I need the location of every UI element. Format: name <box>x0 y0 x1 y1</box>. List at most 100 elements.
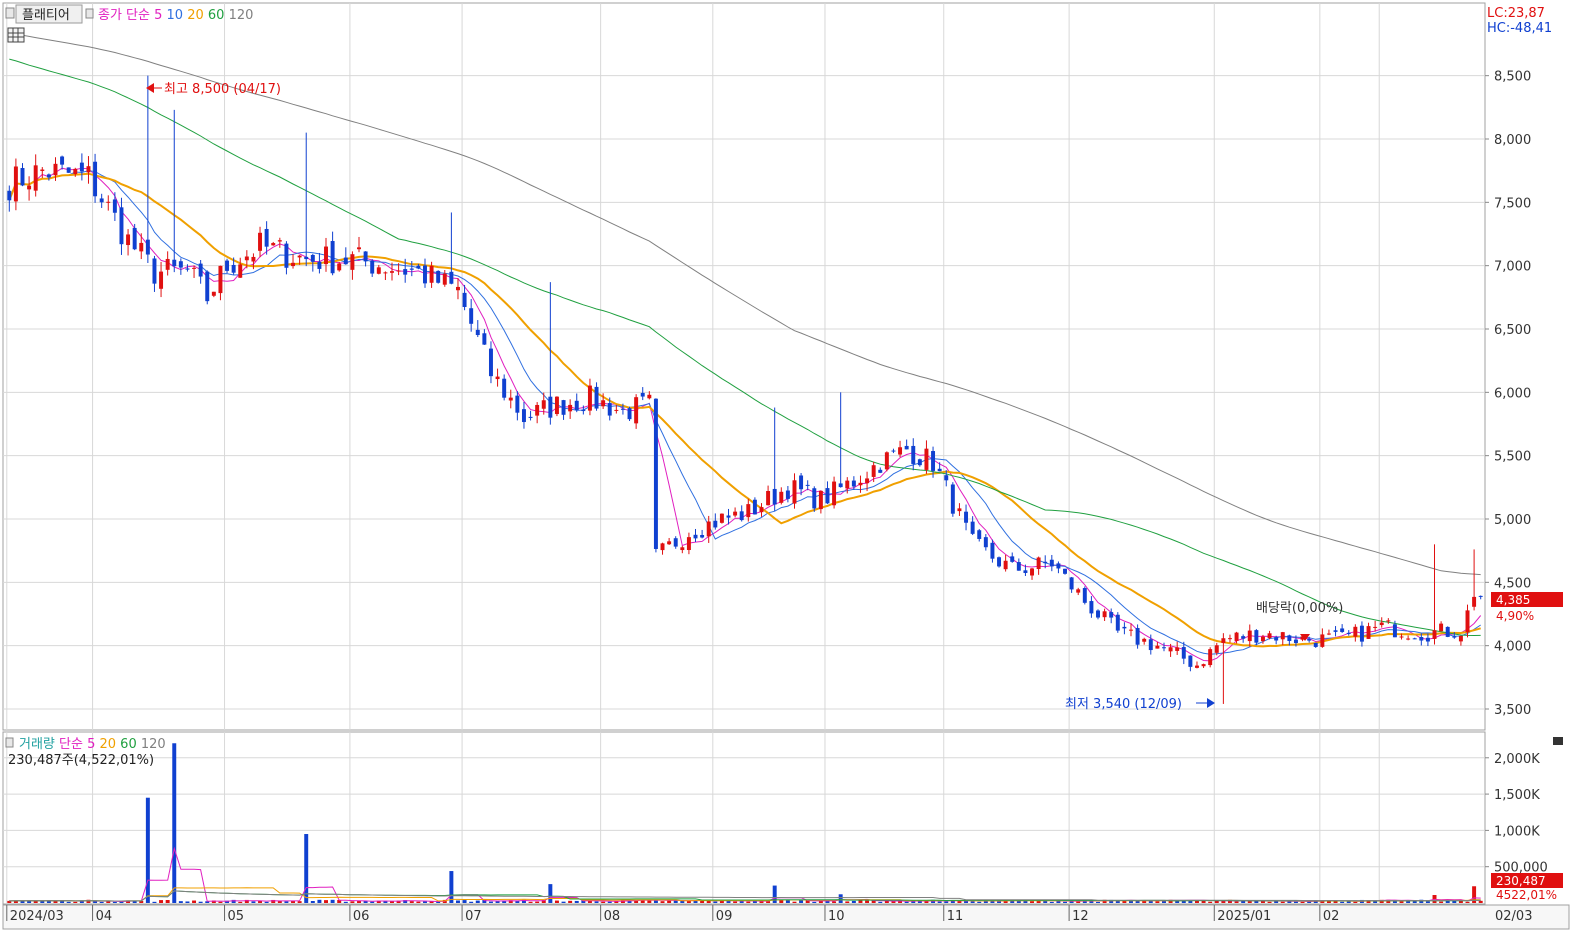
candle-body <box>1089 601 1094 614</box>
legend-entry: 10 <box>162 8 183 23</box>
volume-readout: 230,487주(4,522,01%) <box>8 753 154 768</box>
volume-bar <box>99 901 104 903</box>
volume-bar <box>1155 901 1160 903</box>
volume-bar <box>1293 901 1298 903</box>
candle-body <box>469 308 474 324</box>
candle-body <box>891 450 896 452</box>
y-tick-label: 3,500 <box>1494 703 1531 718</box>
candle-body <box>488 348 493 377</box>
candle-body <box>1406 638 1411 640</box>
candle-body <box>997 557 1002 567</box>
candle-body <box>772 488 777 505</box>
candle-body <box>1472 596 1477 607</box>
candle-body <box>1043 561 1048 564</box>
candle-body <box>119 207 124 245</box>
candle-body <box>198 263 203 277</box>
volume-bar <box>851 900 856 903</box>
volume-bar <box>733 901 738 903</box>
candle-body <box>878 469 883 473</box>
candle-body <box>634 397 639 424</box>
y-tick-label: 7,000 <box>1494 260 1531 275</box>
candle-body <box>350 254 355 270</box>
candle-body <box>1069 577 1074 590</box>
candle <box>719 513 724 524</box>
volume-bar <box>1425 901 1430 903</box>
legend-entry: 20 <box>183 8 204 23</box>
candle-body <box>1148 639 1153 651</box>
candle-body <box>1260 636 1265 642</box>
candle-body <box>1023 570 1028 573</box>
volume-bar <box>343 901 348 903</box>
volume-bar <box>594 901 599 903</box>
candle-body <box>686 537 691 551</box>
candle-body <box>33 165 38 191</box>
volume-bar <box>178 901 183 903</box>
candle-body <box>1010 556 1015 562</box>
candle-body <box>1274 637 1279 641</box>
candle-body <box>818 490 823 510</box>
volume-bar <box>297 901 302 903</box>
volume-bar <box>1096 901 1100 903</box>
candle-body <box>1214 645 1219 653</box>
candle-body <box>726 515 731 518</box>
volume-bar <box>884 900 889 903</box>
candle-body <box>502 378 507 398</box>
collapse-toggle-icon[interactable] <box>5 7 15 19</box>
volume-bar <box>350 901 355 903</box>
y-tick-label: 4,000 <box>1494 640 1531 655</box>
candle-body <box>1346 632 1351 634</box>
volume-bar <box>779 900 784 903</box>
candle-body <box>409 268 414 270</box>
volume-bar <box>264 901 269 903</box>
candle-body <box>528 416 533 418</box>
candle-body <box>1135 628 1140 645</box>
candle-body <box>46 174 51 178</box>
candle-body <box>924 448 929 470</box>
candle-body <box>297 255 302 258</box>
candle-body <box>983 537 988 548</box>
grid-toggle-icon[interactable] <box>7 27 25 43</box>
candle-body <box>766 490 771 506</box>
candle-body <box>436 270 441 283</box>
volume-legend-toggle-icon[interactable] <box>5 737 14 748</box>
volume-y-axis: 500,0001,000K1,500K2,000K <box>1485 752 1548 876</box>
chart-canvas[interactable]: 3,500 4,000 4,500 5,000 5,500 6,000 6,500 7,000… <box>0 0 1572 933</box>
volume-bar <box>548 884 553 903</box>
volume-bar <box>106 901 111 903</box>
x-tick-label: 12 <box>1072 909 1089 924</box>
x-tick-label: 05 <box>228 909 245 924</box>
candle-body <box>1465 610 1470 633</box>
legend-toggle-icon[interactable] <box>85 8 94 19</box>
candle-body <box>277 240 282 242</box>
candle-body <box>1208 649 1213 666</box>
candle-body <box>1247 630 1252 642</box>
candle-body <box>640 392 645 397</box>
volume-bar <box>304 834 309 903</box>
candle-body <box>330 241 335 274</box>
volume-panel-close-icon[interactable] <box>1553 737 1563 745</box>
candle-body <box>304 256 309 260</box>
candle-body <box>792 480 797 504</box>
legend-entry: 20 <box>95 737 116 752</box>
candle-body <box>1056 563 1061 569</box>
candle-body <box>931 451 936 471</box>
candle-body <box>495 376 500 380</box>
y-tick-label: 8,000 <box>1494 133 1531 148</box>
candle-body <box>264 228 269 247</box>
candle-body <box>581 409 586 412</box>
volume-tick-label: 1,500K <box>1494 788 1540 803</box>
volume-bar <box>812 901 817 903</box>
candle-body <box>594 386 599 409</box>
candle-body <box>779 491 784 503</box>
volume-bar <box>845 901 850 903</box>
volume-bar <box>759 901 764 903</box>
legend-entry: 종가 단순 5 <box>98 8 162 23</box>
candle-body <box>587 385 592 411</box>
volume-bar <box>165 900 170 903</box>
volume-bar <box>977 901 982 903</box>
candle-body <box>416 265 421 269</box>
volume-bar <box>528 901 533 903</box>
hc-readout: HC:-48,41 <box>1487 21 1552 36</box>
candle-body <box>733 511 738 516</box>
candle-body <box>1326 633 1331 635</box>
